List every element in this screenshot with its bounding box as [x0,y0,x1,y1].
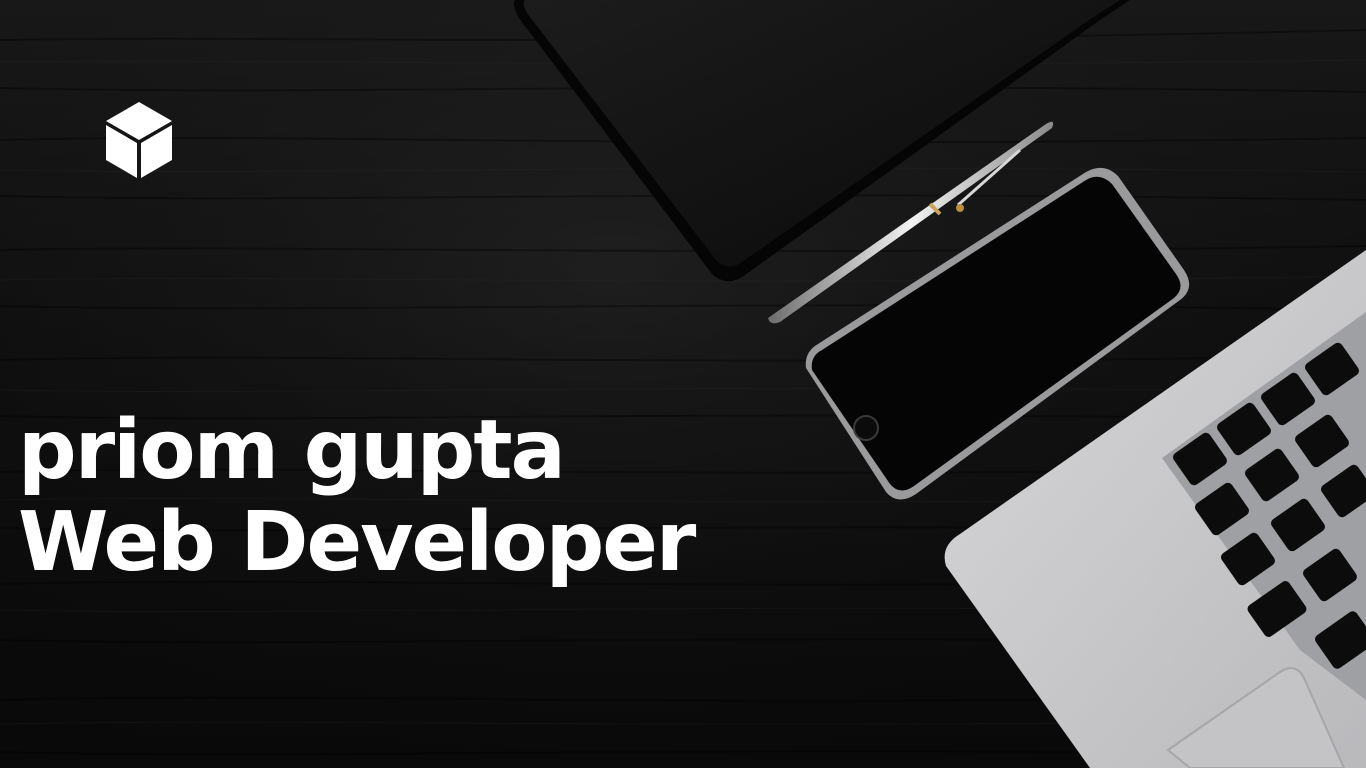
headline: priom gupta Web Developer [18,403,696,590]
desk-objects [513,0,1366,768]
hero-banner: priom gupta Web Developer [0,0,1366,768]
person-role: Web Developer [18,495,696,590]
person-name: priom gupta [18,403,566,498]
cube-icon [106,102,172,178]
